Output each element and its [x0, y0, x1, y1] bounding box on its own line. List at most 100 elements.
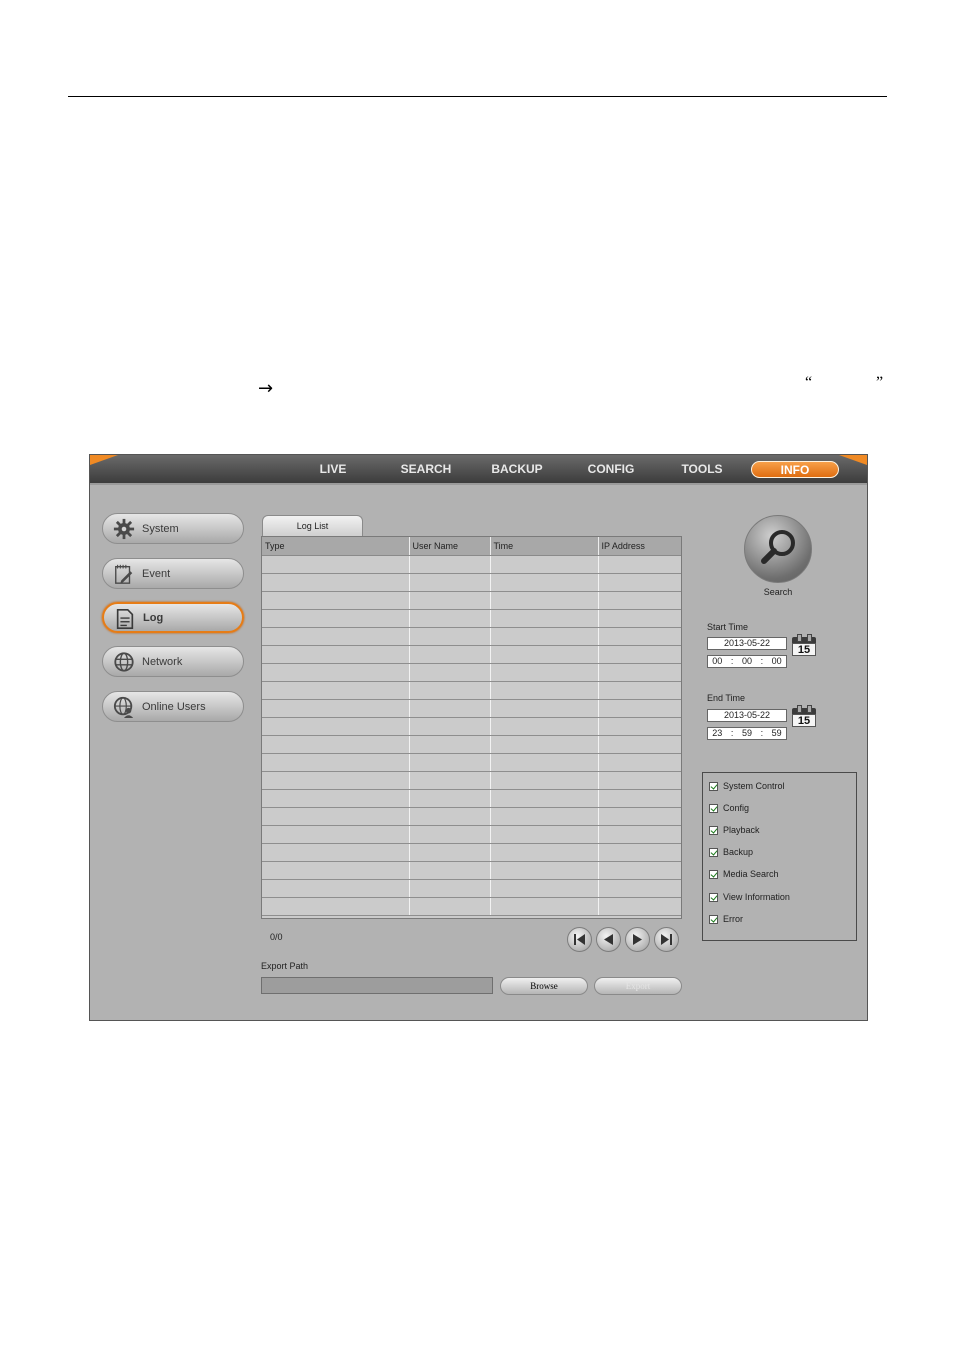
- checkbox[interactable]: [709, 914, 718, 924]
- next-page-button[interactable]: [625, 927, 650, 952]
- table-row[interactable]: [262, 735, 681, 754]
- table-row[interactable]: [262, 555, 681, 574]
- start-time-label: Start Time: [707, 622, 749, 632]
- column-header-user-name[interactable]: User Name: [409, 537, 491, 556]
- end-calendar-button[interactable]: 15: [792, 705, 816, 727]
- filter-backup[interactable]: Backup: [709, 845, 753, 859]
- export-button[interactable]: Export: [594, 977, 682, 995]
- table-cell: [490, 771, 599, 790]
- previous-page-button[interactable]: [596, 927, 621, 952]
- filter-playback[interactable]: Playback: [709, 823, 760, 837]
- start-hour: 00: [712, 656, 723, 666]
- column-header-type[interactable]: Type: [262, 537, 410, 556]
- sidebar-label-online-users: Online Users: [142, 701, 206, 713]
- table-row[interactable]: [262, 825, 681, 844]
- sidebar-item-log[interactable]: Log: [102, 602, 244, 633]
- table-row[interactable]: [262, 681, 681, 700]
- filter-media-search[interactable]: Media Search: [709, 867, 779, 881]
- corner-accent-right: [839, 455, 867, 465]
- sidebar-item-network[interactable]: Network: [102, 646, 244, 677]
- sidebar-label-log: Log: [143, 612, 164, 624]
- column-header-ip-address[interactable]: IP Address: [598, 537, 681, 556]
- table-row[interactable]: [262, 663, 681, 682]
- nav-search[interactable]: SEARCH: [393, 461, 459, 478]
- table-row[interactable]: [262, 645, 681, 664]
- end-time-field[interactable]: 23: 59: 59: [707, 727, 787, 740]
- filter-label: View Information: [723, 892, 790, 902]
- table-cell: [598, 645, 681, 664]
- table-cell: [262, 555, 410, 574]
- search-label: Search: [763, 587, 793, 597]
- table-cell: [598, 735, 681, 754]
- table-cell: [598, 753, 681, 772]
- table-cell: [409, 627, 491, 646]
- search-button[interactable]: [744, 515, 812, 583]
- checkbox[interactable]: [709, 892, 718, 902]
- table-row[interactable]: [262, 789, 681, 808]
- table-row[interactable]: [262, 753, 681, 772]
- table-row[interactable]: [262, 861, 681, 880]
- start-date-field[interactable]: 2013-05-22: [707, 637, 787, 650]
- tab-log-list[interactable]: Log List: [262, 515, 363, 536]
- table-row[interactable]: [262, 843, 681, 862]
- table-cell: [598, 861, 681, 880]
- table-row[interactable]: [262, 807, 681, 826]
- open-quote: “: [805, 374, 813, 391]
- table-cell: [409, 573, 491, 592]
- table-row[interactable]: [262, 627, 681, 646]
- table-cell: [598, 681, 681, 700]
- table-cell: [262, 807, 410, 826]
- export-path-input[interactable]: [261, 977, 493, 994]
- play-left-icon: [604, 934, 613, 945]
- table-cell: [262, 591, 410, 610]
- table-row[interactable]: [262, 609, 681, 628]
- table-row[interactable]: [262, 879, 681, 898]
- column-header-time[interactable]: Time: [490, 537, 599, 556]
- filter-config[interactable]: Config: [709, 801, 749, 815]
- table-cell: [262, 699, 410, 718]
- calendar-ring: [807, 705, 812, 713]
- arrow-glyph: →: [258, 378, 274, 399]
- table-cell: [262, 897, 410, 916]
- checkbox[interactable]: [709, 825, 718, 835]
- browse-button[interactable]: Browse: [500, 977, 588, 995]
- filter-system-control[interactable]: System Control: [709, 779, 785, 793]
- end-date-field[interactable]: 2013-05-22: [707, 709, 787, 722]
- table-cell: [409, 753, 491, 772]
- table-row[interactable]: [262, 771, 681, 790]
- sidebar-item-system[interactable]: System: [102, 513, 244, 544]
- table-row[interactable]: [262, 591, 681, 610]
- table-row[interactable]: [262, 717, 681, 736]
- gear-icon: [113, 518, 135, 540]
- start-time-field[interactable]: 00: 00: 00: [707, 655, 787, 668]
- nav-config[interactable]: CONFIG: [580, 461, 642, 478]
- document-icon: [116, 609, 134, 629]
- table-cell: [598, 627, 681, 646]
- nav-tools[interactable]: TOOLS: [674, 461, 730, 478]
- nav-live[interactable]: LIVE: [308, 461, 358, 478]
- start-calendar-button[interactable]: 15: [792, 634, 816, 656]
- nav-info[interactable]: INFO: [751, 461, 839, 478]
- checkbox[interactable]: [709, 847, 718, 857]
- table-cell: [409, 861, 491, 880]
- table-row[interactable]: [262, 897, 681, 916]
- table-row[interactable]: [262, 573, 681, 592]
- last-page-button[interactable]: [654, 927, 679, 952]
- table-cell: [409, 879, 491, 898]
- end-time-label: End Time: [707, 693, 746, 703]
- filter-view-information[interactable]: View Information: [709, 890, 790, 904]
- table-cell: [490, 591, 599, 610]
- checkbox[interactable]: [709, 803, 718, 813]
- sidebar-item-online-users[interactable]: Online Users: [102, 691, 244, 722]
- sidebar-item-event[interactable]: Event: [102, 558, 244, 589]
- filter-error[interactable]: Error: [709, 912, 743, 926]
- corner-accent-left: [90, 455, 118, 465]
- checkbox[interactable]: [709, 869, 718, 879]
- end-hour: 23: [712, 728, 723, 738]
- calendar-day: 15: [792, 714, 816, 727]
- nav-backup[interactable]: BACKUP: [486, 461, 548, 478]
- table-row[interactable]: [262, 699, 681, 718]
- time-separator: :: [730, 656, 734, 666]
- checkbox[interactable]: [709, 781, 718, 791]
- first-page-button[interactable]: [567, 927, 592, 952]
